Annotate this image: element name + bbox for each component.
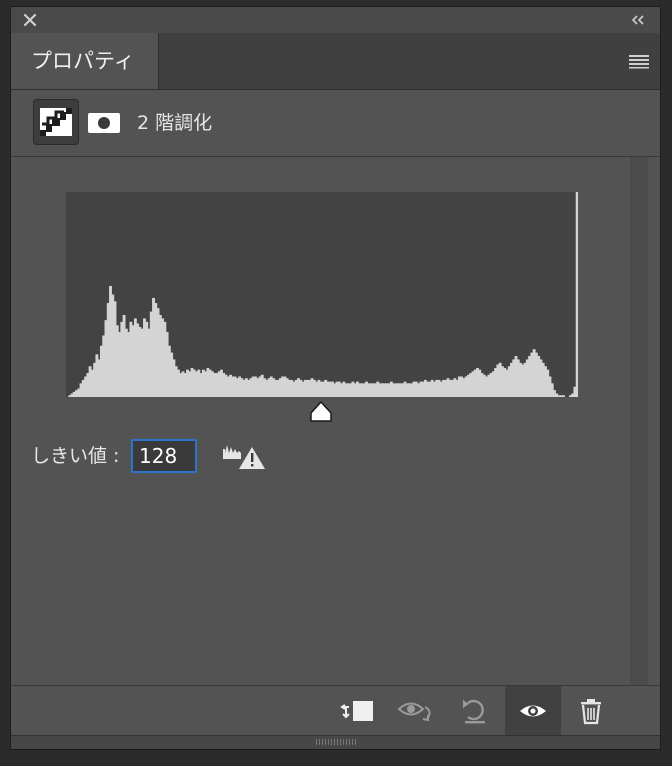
tab-properties-label: プロパティ <box>31 49 135 73</box>
visibility-toggle-button[interactable] <box>505 686 561 736</box>
adjustment-settings-button[interactable] <box>33 99 79 145</box>
view-previous-state-icon <box>397 702 431 722</box>
threshold-adjustment-icon <box>40 108 72 136</box>
histogram-bar <box>562 395 566 397</box>
adjustment-header: 2 階調化 <box>11 90 660 157</box>
trash-icon <box>581 699 601 725</box>
properties-content: しきい値 : <box>11 157 660 685</box>
reset-icon <box>463 699 485 724</box>
panel-titlebar <box>11 7 660 34</box>
panel-resize-strip <box>11 735 660 749</box>
histogram-warning-icon[interactable] <box>221 441 267 471</box>
eye-icon <box>520 705 546 717</box>
delete-button[interactable] <box>563 686 619 736</box>
tab-properties[interactable]: プロパティ <box>11 33 159 89</box>
view-previous-state-button[interactable] <box>389 686 445 736</box>
close-icon[interactable] <box>21 11 39 29</box>
threshold-slider-icon[interactable] <box>309 400 333 424</box>
layer-mask-icon[interactable] <box>87 112 121 134</box>
scrollbar[interactable] <box>630 157 648 685</box>
resize-grip[interactable] <box>315 739 356 745</box>
properties-panel: プロパティ 2 階調化 しきい値 : <box>10 6 661 750</box>
reset-button[interactable] <box>447 686 503 736</box>
double-chevron-left-icon[interactable] <box>628 11 648 29</box>
hamburger-menu-icon[interactable] <box>628 53 650 69</box>
clip-to-layer-icon <box>340 701 373 721</box>
tab-row: プロパティ <box>11 33 660 90</box>
adjustment-title: 2 階調化 <box>137 112 213 134</box>
threshold-label: しきい値 : <box>31 445 120 467</box>
threshold-value-input[interactable] <box>131 439 197 473</box>
bottom-toolbar <box>11 685 660 738</box>
histogram <box>66 192 578 397</box>
clip-to-layer-button[interactable] <box>329 686 385 736</box>
histogram-bar <box>575 192 578 397</box>
